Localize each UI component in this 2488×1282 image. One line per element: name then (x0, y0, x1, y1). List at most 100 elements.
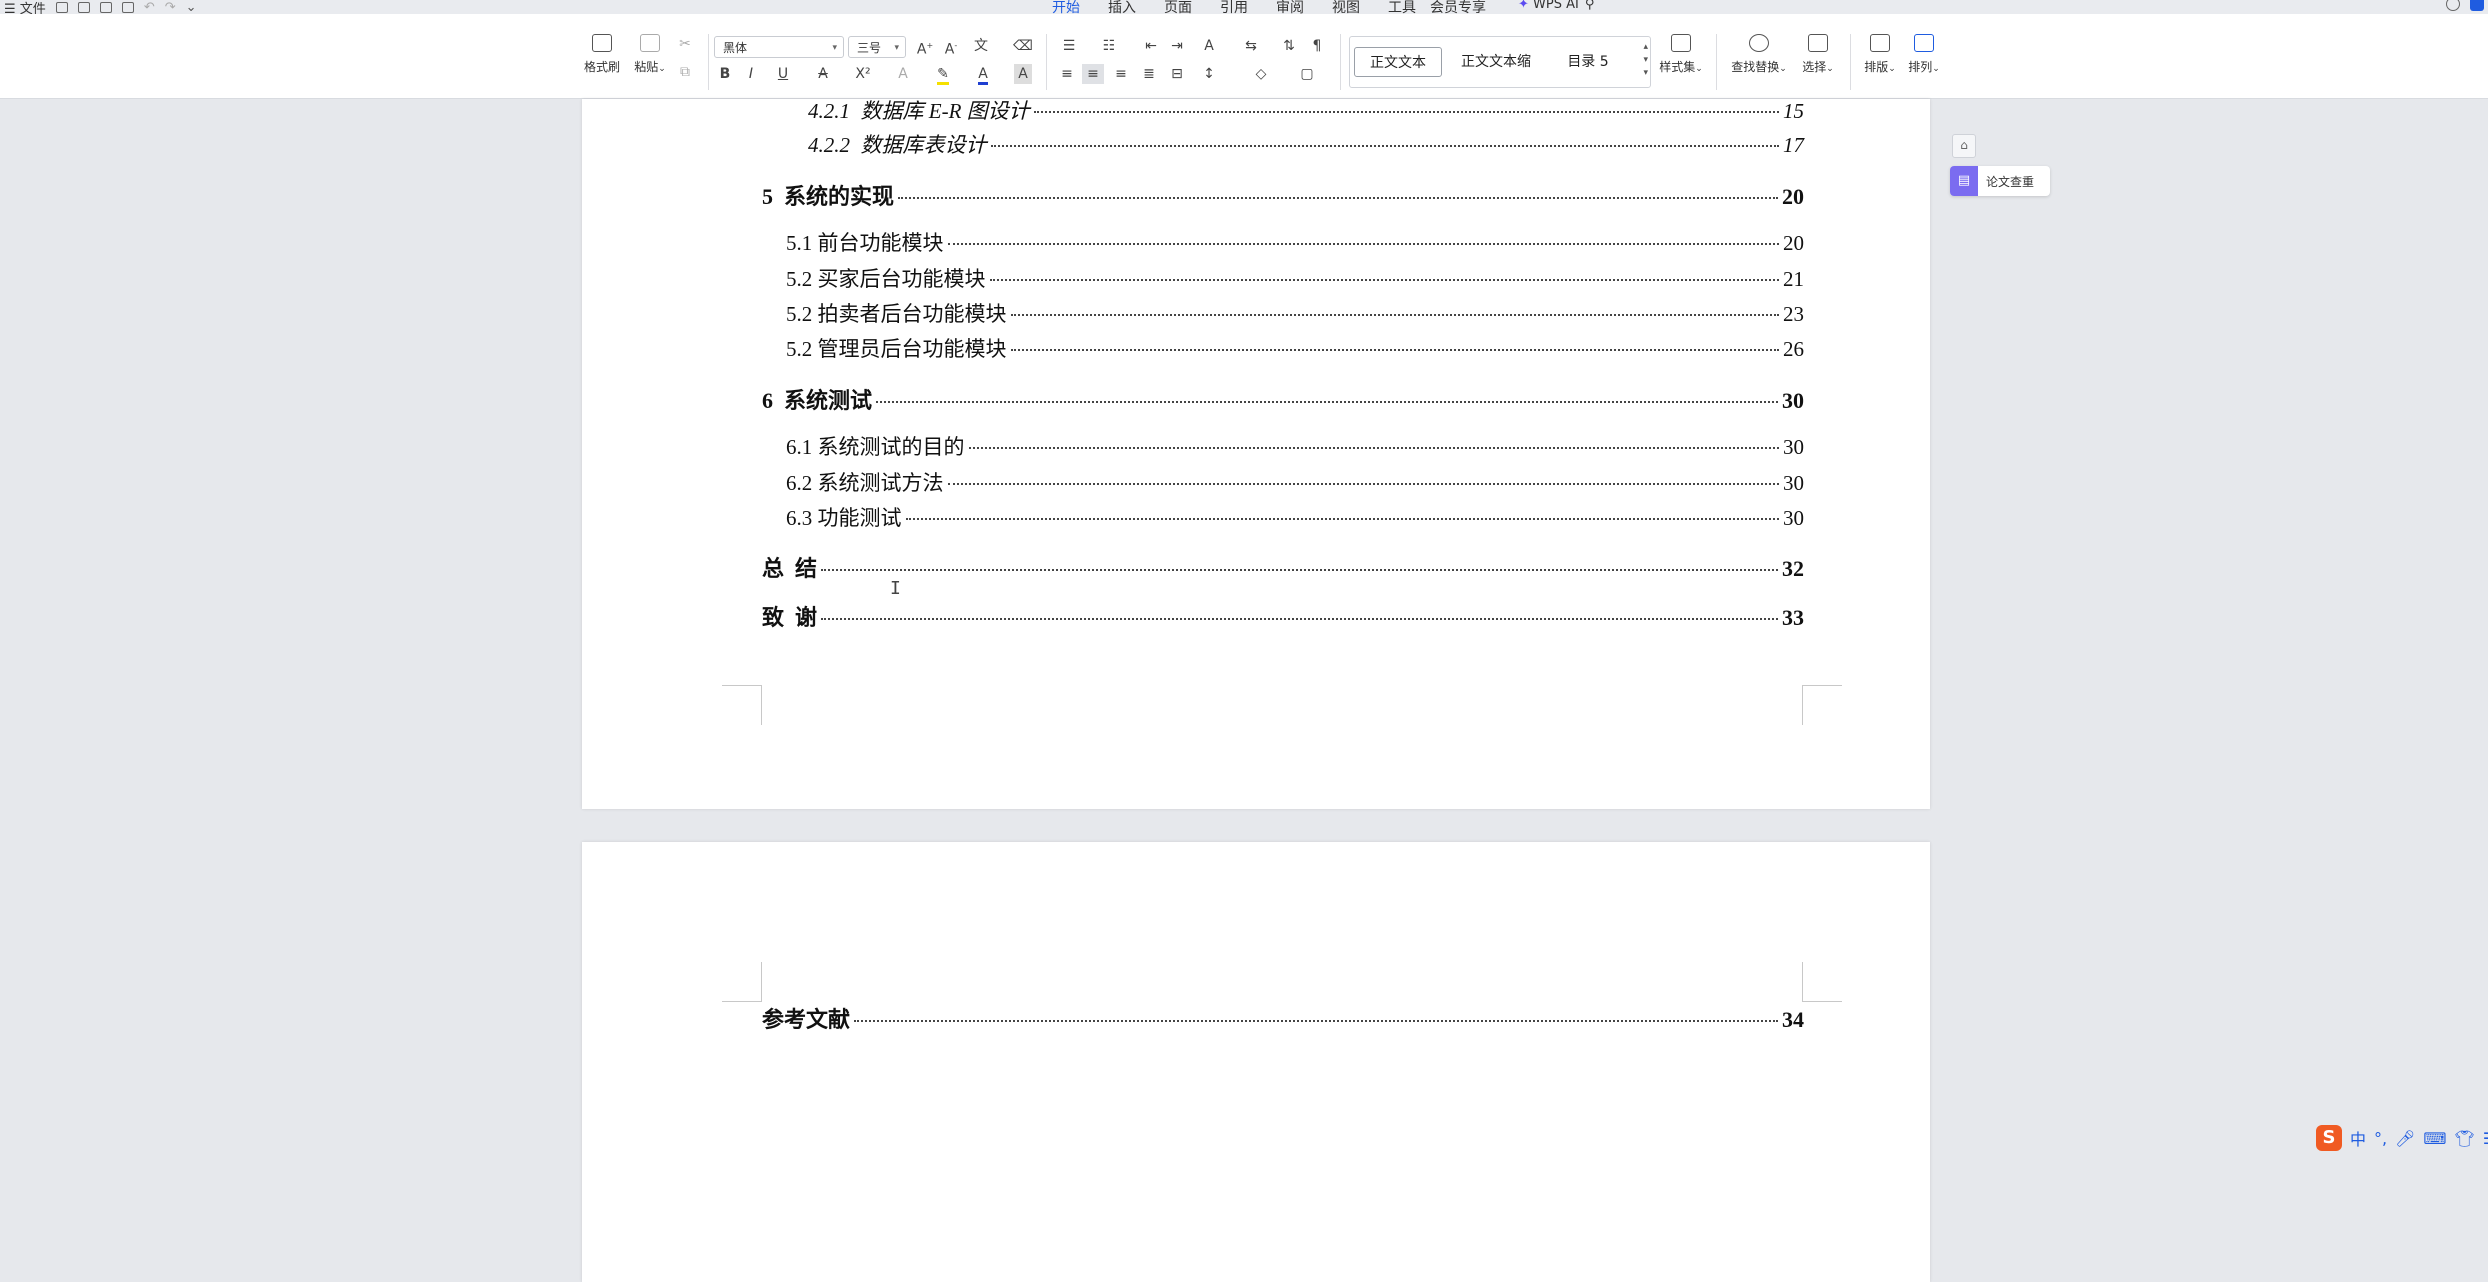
toc-entry[interactable]: 致 谢 33 (762, 600, 1804, 632)
account-icon[interactable] (2470, 0, 2484, 11)
cursor-arrow-icon (1808, 34, 1828, 52)
font-name-select[interactable]: 黑体 ▾ (714, 36, 844, 58)
wps-ai-button[interactable]: ✦ WPS AI (1518, 0, 1579, 12)
phonetic-icon[interactable]: 文 (970, 36, 992, 56)
strikethrough-icon[interactable]: A (812, 64, 834, 84)
shrink-font-icon[interactable]: A- (940, 36, 962, 60)
print-icon[interactable] (99, 2, 112, 13)
toc-entry[interactable]: 参考文献 34 (762, 1002, 1804, 1034)
copy-icon[interactable]: ⧉ (674, 62, 696, 82)
toc-entry[interactable]: 5.1 前台功能模块 20 (786, 227, 1804, 257)
bold-icon[interactable]: B (714, 64, 736, 84)
style-set-icon (1671, 34, 1691, 52)
style-body-indent[interactable]: 正文文本缩 (1448, 47, 1544, 77)
collapse-panel-icon[interactable]: ⌂ (1952, 134, 1976, 158)
decrease-indent-icon[interactable]: ⇤ (1140, 36, 1162, 56)
line-spacing-icon[interactable]: ↕ (1198, 64, 1220, 84)
toc-entry[interactable]: 4.2.1 数据库 E-R 图设计 15 (808, 95, 1804, 125)
search-icon (1749, 34, 1769, 52)
toc-entry[interactable]: 4.2.2 数据库表设计 17 (808, 129, 1804, 159)
layout-button[interactable]: 排版⌄ (1860, 34, 1900, 75)
chinese-layout-icon[interactable]: A (1198, 36, 1220, 56)
microphone-icon[interactable]: 🎤︎ (2395, 1129, 2415, 1148)
layout-icon (1870, 34, 1890, 52)
export-icon[interactable] (77, 2, 90, 13)
styles-gallery: 正文文本 正文文本缩 目录 5 ▴ ▾ ▾ (1349, 36, 1651, 88)
find-replace-button[interactable]: 查找替换⌄ (1728, 34, 1790, 75)
increase-indent-icon[interactable]: ⇥ (1166, 36, 1188, 56)
text-direction-icon[interactable]: ⇆ (1240, 36, 1262, 56)
document-page-1[interactable]: 4.2.1 数据库 E-R 图设计 15 4.2.2 数据库表设计 17 5 系统的… (582, 99, 1930, 809)
toc-entry[interactable]: 5.2 管理员后台功能模块 26 (786, 333, 1804, 363)
italic-icon[interactable]: I (740, 64, 762, 84)
format-painter-button[interactable]: 格式刷 (582, 34, 622, 75)
font-size-select[interactable]: 三号 ▾ (848, 36, 906, 58)
distributed-icon[interactable]: ⊟ (1166, 64, 1188, 84)
skin-icon[interactable]: 👕︎ (2455, 1129, 2475, 1148)
keyboard-icon[interactable]: ⌨ (2423, 1129, 2446, 1148)
char-shading-icon[interactable]: A (1014, 64, 1032, 84)
crop-mark (722, 962, 762, 1002)
arrange-icon (1914, 34, 1934, 52)
ime-toolbar[interactable]: S 中 °, 🎤︎ ⌨ 👕︎ ☷ (2316, 1124, 2488, 1152)
toc-entry[interactable]: 5.2 拍卖者后台功能模块 23 (786, 298, 1804, 328)
toc-entry[interactable]: 5 系统的实现 20 (762, 179, 1804, 211)
ime-more-icon[interactable]: ☷ (2483, 1129, 2488, 1148)
ribbon-separator (1340, 34, 1341, 90)
menu-bar: ☰ 文件 ↶ ↷ ⌄ 开始 插入 页面 引用 审阅 视图 工具 会员专享 ✦ W… (0, 0, 2488, 17)
toc-entry[interactable]: 6.1 系统测试的目的 30 (786, 431, 1804, 461)
sort-icon[interactable]: ⇅ (1278, 36, 1300, 56)
toc-entry[interactable]: 5.2 买家后台功能模块 21 (786, 263, 1804, 293)
save-icon[interactable] (55, 2, 68, 13)
toc-entry[interactable]: 总 结 32 (762, 551, 1804, 583)
bullet-list-icon[interactable]: ☰ (1058, 36, 1080, 56)
border-icon[interactable]: ▢ (1296, 64, 1318, 84)
ribbon-separator (1716, 34, 1717, 90)
highlight-icon[interactable]: ✎ (932, 64, 954, 85)
align-right-icon[interactable]: ≡ (1110, 64, 1132, 84)
numbered-list-icon[interactable]: ☷ (1098, 36, 1120, 56)
paste-icon (640, 34, 660, 52)
paper-check-icon: ▤ (1950, 166, 1978, 196)
ime-mode-toggle[interactable]: 中 (2350, 1126, 2366, 1150)
ribbon-toolbar: 格式刷 粘贴⌄ ✂ ⧉ 黑体 ▾ 三号 ▾ A+ A- 文 ⌫ B I U A X²… (0, 14, 2488, 99)
crop-mark (1802, 962, 1842, 1002)
redo-icon[interactable]: ↷ (165, 0, 176, 15)
toc-entry[interactable]: 6.3 功能测试 30 (786, 502, 1804, 532)
style-toc-5[interactable]: 目录 5 (1550, 47, 1626, 77)
quick-access-more-icon[interactable]: ⌄ (186, 0, 197, 15)
font-color-icon[interactable]: A (972, 64, 994, 85)
underline-icon[interactable]: U (772, 64, 794, 84)
toc-entry[interactable]: 6.2 系统测试方法 30 (786, 467, 1804, 497)
cut-icon[interactable]: ✂ (674, 34, 696, 54)
undo-icon[interactable]: ↶ (144, 0, 155, 15)
style-body-text[interactable]: 正文文本 (1354, 47, 1442, 77)
show-marks-icon[interactable]: ¶ (1306, 36, 1328, 56)
ime-punct-toggle[interactable]: °, (2374, 1129, 2387, 1148)
cloud-sync-icon[interactable] (2446, 0, 2460, 11)
style-set-button[interactable]: 样式集⌄ (1656, 34, 1706, 75)
text-effect-icon[interactable]: A (892, 64, 914, 84)
chevron-down-icon: ▾ (894, 43, 899, 53)
superscript-icon[interactable]: X² (852, 64, 874, 84)
arrange-button[interactable]: 排列⌄ (1904, 34, 1944, 75)
justify-icon[interactable]: ≣ (1138, 64, 1160, 84)
crop-mark (722, 685, 762, 725)
select-button[interactable]: 选择⌄ (1796, 34, 1840, 75)
grow-font-icon[interactable]: A+ (914, 36, 936, 60)
sogou-logo-icon: S (2316, 1125, 2342, 1151)
align-center-icon[interactable]: ≡ (1082, 64, 1104, 84)
text-cursor-icon: I (890, 578, 901, 599)
shading-icon[interactable]: ◇ (1250, 64, 1272, 84)
toc-entry[interactable]: 6 系统测试 30 (762, 383, 1804, 415)
document-page-2[interactable]: 参考文献 34 (582, 842, 1930, 1282)
clear-format-icon[interactable]: ⌫ (1012, 36, 1034, 56)
styles-scroll[interactable]: ▴ ▾ ▾ (1643, 41, 1648, 80)
ribbon-separator (1850, 34, 1851, 90)
paste-button[interactable]: 粘贴⌄ (630, 34, 670, 75)
paper-check-button[interactable]: ▤ 论文查重 (1950, 166, 2050, 196)
wps-ai-icon: ✦ (1518, 0, 1529, 12)
search-icon[interactable]: ⚲ (1585, 0, 1595, 12)
align-left-icon[interactable]: ≡ (1056, 64, 1078, 84)
print-preview-icon[interactable] (121, 2, 134, 13)
